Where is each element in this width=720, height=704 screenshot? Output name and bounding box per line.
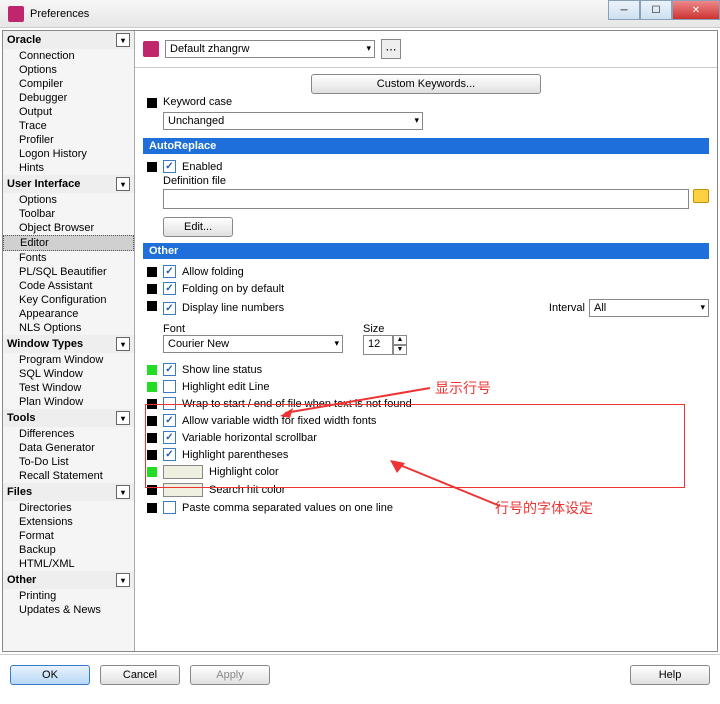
paste-comma-checkbox[interactable] — [163, 501, 176, 514]
show-line-status-checkbox[interactable]: ✓ — [163, 363, 176, 376]
font-dropdown[interactable]: Courier New — [163, 335, 343, 353]
highlight-paren-checkbox[interactable]: ✓ — [163, 448, 176, 461]
sidebar-item[interactable]: Key Configuration — [3, 293, 134, 307]
sidebar-item[interactable]: Test Window — [3, 381, 134, 395]
wrap-checkbox[interactable] — [163, 397, 176, 410]
highlight-edit-checkbox[interactable] — [163, 380, 176, 393]
definition-file-input[interactable] — [163, 189, 689, 209]
search-hit-swatch[interactable] — [163, 483, 203, 497]
definition-file-label: Definition file — [163, 175, 226, 187]
sidebar-item[interactable]: To-Do List — [3, 455, 134, 469]
section-other: Other — [143, 243, 709, 259]
enabled-checkbox[interactable]: ✓ — [163, 160, 176, 173]
sidebar-item[interactable]: Backup — [3, 543, 134, 557]
app-icon — [8, 6, 24, 22]
close-button[interactable]: ✕ — [672, 0, 720, 20]
sidebar-item[interactable]: Debugger — [3, 91, 134, 105]
folder-icon[interactable] — [693, 189, 709, 203]
sidebar-item[interactable]: Connection — [3, 49, 134, 63]
window-title: Preferences — [30, 8, 89, 20]
cat-other[interactable]: Other▾ — [3, 571, 134, 589]
sidebar-item[interactable]: Printing — [3, 589, 134, 603]
bottom-bar: OK Cancel Apply Help — [0, 654, 720, 695]
cat-ui[interactable]: User Interface▾ — [3, 175, 134, 193]
sidebar-item[interactable]: SQL Window — [3, 367, 134, 381]
chevron-down-icon[interactable]: ▾ — [116, 573, 130, 587]
sidebar-item[interactable]: Trace — [3, 119, 134, 133]
sidebar-item[interactable]: HTML/XML — [3, 557, 134, 571]
chevron-down-icon[interactable]: ▾ — [116, 337, 130, 351]
sidebar-item[interactable]: PL/SQL Beautifier — [3, 265, 134, 279]
chevron-down-icon[interactable]: ▾ — [116, 33, 130, 47]
profile-dropdown[interactable]: Default zhangrw — [165, 40, 375, 58]
sidebar-item[interactable]: Directories — [3, 501, 134, 515]
cat-wt[interactable]: Window Types▾ — [3, 335, 134, 353]
sidebar-item[interactable]: Program Window — [3, 353, 134, 367]
apply-button[interactable]: Apply — [190, 665, 270, 685]
chevron-down-icon[interactable]: ▾ — [116, 485, 130, 499]
minimize-button[interactable]: ─ — [608, 0, 640, 20]
sidebar-item[interactable]: Hints — [3, 161, 134, 175]
sidebar-item[interactable]: Extensions — [3, 515, 134, 529]
sidebar-item[interactable]: Compiler — [3, 77, 134, 91]
cat-oracle[interactable]: Oracle▾ — [3, 31, 134, 49]
maximize-button[interactable]: ☐ — [640, 0, 672, 20]
keyword-case-label: Keyword case — [163, 96, 232, 108]
sidebar-item[interactable]: Options — [3, 63, 134, 77]
allow-folding-checkbox[interactable]: ✓ — [163, 265, 176, 278]
sidebar-item[interactable]: Format — [3, 529, 134, 543]
profile-more-button[interactable]: ⋯ — [381, 39, 401, 59]
folding-default-checkbox[interactable]: ✓ — [163, 282, 176, 295]
sidebar: Oracle▾ Connection Options Compiler Debu… — [3, 31, 135, 651]
display-line-numbers-checkbox[interactable]: ✓ — [163, 302, 176, 315]
sidebar-item[interactable]: Plan Window — [3, 395, 134, 409]
profile-icon — [143, 41, 159, 57]
help-button[interactable]: Help — [630, 665, 710, 685]
sidebar-item[interactable]: Logon History — [3, 147, 134, 161]
sidebar-item[interactable]: Data Generator — [3, 441, 134, 455]
sidebar-item[interactable]: Object Browser — [3, 221, 134, 235]
titlebar: Preferences ─ ☐ ✕ — [0, 0, 720, 28]
sidebar-item[interactable]: Profiler — [3, 133, 134, 147]
editor-panel: Custom Keywords... Keyword case Unchange… — [135, 68, 717, 651]
cat-files[interactable]: Files▾ — [3, 483, 134, 501]
ok-button[interactable]: OK — [10, 665, 90, 685]
cat-tools[interactable]: Tools▾ — [3, 409, 134, 427]
sidebar-item[interactable]: Appearance — [3, 307, 134, 321]
sidebar-item[interactable]: Updates & News — [3, 603, 134, 617]
var-scroll-checkbox[interactable]: ✓ — [163, 431, 176, 444]
sidebar-item-editor[interactable]: Editor — [3, 235, 134, 251]
keyword-case-dropdown[interactable]: Unchanged — [163, 112, 423, 130]
highlight-color-swatch[interactable] — [163, 465, 203, 479]
sidebar-item[interactable]: Differences — [3, 427, 134, 441]
profile-row: Default zhangrw ⋯ — [135, 31, 717, 68]
sidebar-item[interactable]: Code Assistant — [3, 279, 134, 293]
section-autoreplace: AutoReplace — [143, 138, 709, 154]
interval-dropdown[interactable]: All — [589, 299, 709, 317]
sidebar-item[interactable]: Fonts — [3, 251, 134, 265]
size-down[interactable]: ▼ — [393, 345, 407, 355]
size-up[interactable]: ▲ — [393, 335, 407, 345]
cancel-button[interactable]: Cancel — [100, 665, 180, 685]
sidebar-item[interactable]: Toolbar — [3, 207, 134, 221]
sidebar-item[interactable]: Output — [3, 105, 134, 119]
sidebar-item[interactable]: Recall Statement — [3, 469, 134, 483]
size-input[interactable]: 12 — [363, 335, 393, 355]
chevron-down-icon[interactable]: ▾ — [116, 411, 130, 425]
chevron-down-icon[interactable]: ▾ — [116, 177, 130, 191]
edit-button[interactable]: Edit... — [163, 217, 233, 237]
sidebar-item[interactable]: NLS Options — [3, 321, 134, 335]
var-width-checkbox[interactable]: ✓ — [163, 414, 176, 427]
sidebar-item[interactable]: Options — [3, 193, 134, 207]
custom-keywords-button[interactable]: Custom Keywords... — [311, 74, 541, 94]
